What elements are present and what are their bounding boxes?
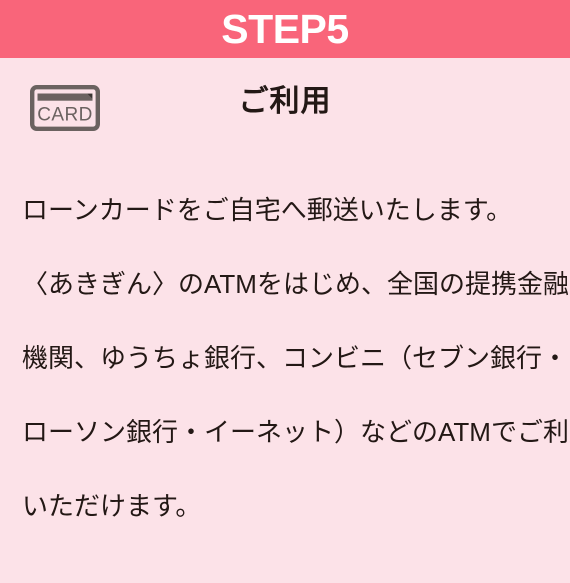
body-line: ローソン銀行・イーネット）などのATMでご利用: [22, 417, 570, 447]
body-line: いただけます。: [22, 491, 202, 521]
body-line: 〈あきぎん〉のATMをはじめ、全国の提携金融: [22, 269, 569, 299]
step5-card: STEP5 CARD ご利用 ローンカードをご自宅へ郵送いたします。 〈あきぎん…: [0, 0, 570, 583]
body-line: 機関、ゆうちょ銀行、コンビニ（セブン銀行・: [22, 343, 569, 373]
body-text: ローンカードをご自宅へ郵送いたします。 〈あきぎん〉のATMをはじめ、全国の提携…: [22, 155, 570, 562]
step-header-title: STEP5: [221, 5, 349, 52]
section-title-row: CARD ご利用: [0, 58, 570, 138]
body-line: ローンカードをご自宅へ郵送いたします。: [22, 195, 513, 225]
step-header: STEP5: [0, 0, 570, 58]
section-heading: ご利用: [238, 85, 332, 118]
